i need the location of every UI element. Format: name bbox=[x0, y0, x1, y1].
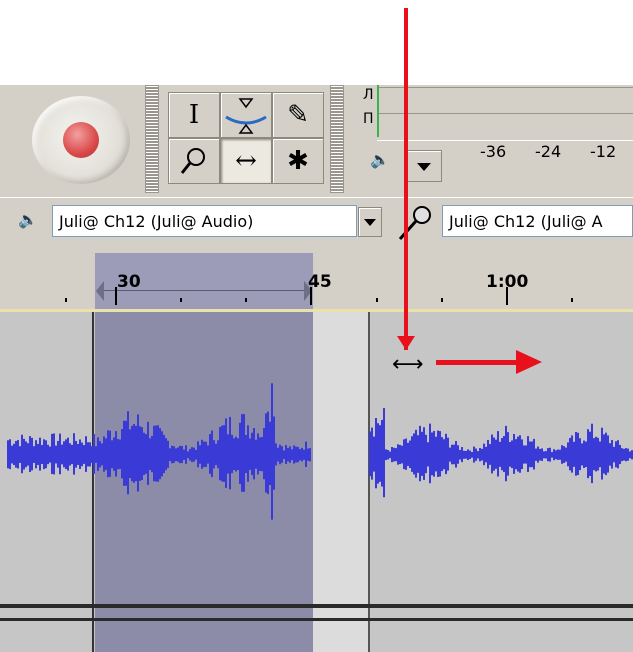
timeshift-cursor-icon: ⟷ bbox=[392, 352, 424, 377]
recording-device-select[interactable]: Juli@ Ch12 (Juli@ A bbox=[442, 205, 633, 237]
level-meter: Л П bbox=[345, 85, 633, 197]
ruler-minor-tick bbox=[376, 298, 378, 302]
selection-start-marker[interactable] bbox=[96, 281, 104, 301]
ruler-major-tick bbox=[506, 287, 508, 305]
ruler-label: 30 bbox=[117, 272, 141, 292]
record-icon bbox=[63, 122, 99, 158]
envelope-tool-button[interactable] bbox=[220, 92, 272, 138]
envelope-icon bbox=[225, 98, 267, 134]
annotation-arrowhead bbox=[397, 336, 415, 350]
meter-dropdown-button[interactable] bbox=[406, 150, 442, 182]
playback-device-dropdown[interactable] bbox=[358, 207, 382, 237]
multi-tool-icon: ✱ bbox=[287, 146, 309, 176]
speaker-icon: 🔈 bbox=[370, 150, 390, 169]
toolbar-grip[interactable] bbox=[330, 85, 344, 193]
annotation-arrow-down bbox=[404, 8, 408, 350]
right-meter-bar bbox=[377, 113, 633, 141]
selection-tool-button[interactable]: I bbox=[168, 92, 220, 138]
ruler-minor-tick bbox=[571, 298, 573, 302]
zoom-tool-button[interactable] bbox=[168, 138, 220, 184]
selection-icon: I bbox=[188, 100, 200, 130]
playback-device-select[interactable]: Juli@ Ch12 (Juli@ Audio) bbox=[52, 205, 357, 237]
timeshift-icon: ↔ bbox=[235, 146, 257, 176]
timeshift-tool-button[interactable]: ↔ bbox=[220, 138, 272, 184]
microphone-icon bbox=[398, 206, 431, 240]
multi-tool-button[interactable]: ✱ bbox=[272, 138, 324, 184]
meter-tick-label: -24 bbox=[535, 142, 562, 161]
playback-speaker-icon: 🔈 bbox=[18, 210, 38, 229]
ruler-major-tick bbox=[115, 287, 117, 305]
annotation-arrow-right bbox=[436, 360, 524, 365]
canvas-background bbox=[0, 0, 633, 85]
ruler-minor-tick bbox=[245, 298, 247, 302]
right-channel-label: П bbox=[363, 111, 374, 127]
left-channel-label: Л bbox=[363, 87, 374, 103]
ruler-major-tick bbox=[310, 287, 312, 305]
track-separator bbox=[0, 604, 633, 608]
meter-tick-label: -36 bbox=[480, 142, 507, 161]
pencil-icon: ✎ bbox=[287, 100, 309, 130]
magnifier-icon bbox=[180, 148, 205, 174]
annotation-arrowhead bbox=[516, 350, 542, 374]
ruler-minor-tick bbox=[441, 298, 443, 302]
draw-tool-button[interactable]: ✎ bbox=[272, 92, 324, 138]
meter-level-indicator bbox=[377, 85, 379, 137]
record-button[interactable] bbox=[32, 96, 130, 184]
toolbar-grip[interactable] bbox=[145, 85, 159, 193]
ruler-minor-tick bbox=[65, 298, 67, 302]
left-meter-bar bbox=[377, 87, 633, 115]
track-separator bbox=[0, 618, 633, 621]
ruler-minor-tick bbox=[180, 298, 182, 302]
meter-tick-label: -12 bbox=[590, 142, 617, 161]
waveform bbox=[7, 383, 633, 520]
